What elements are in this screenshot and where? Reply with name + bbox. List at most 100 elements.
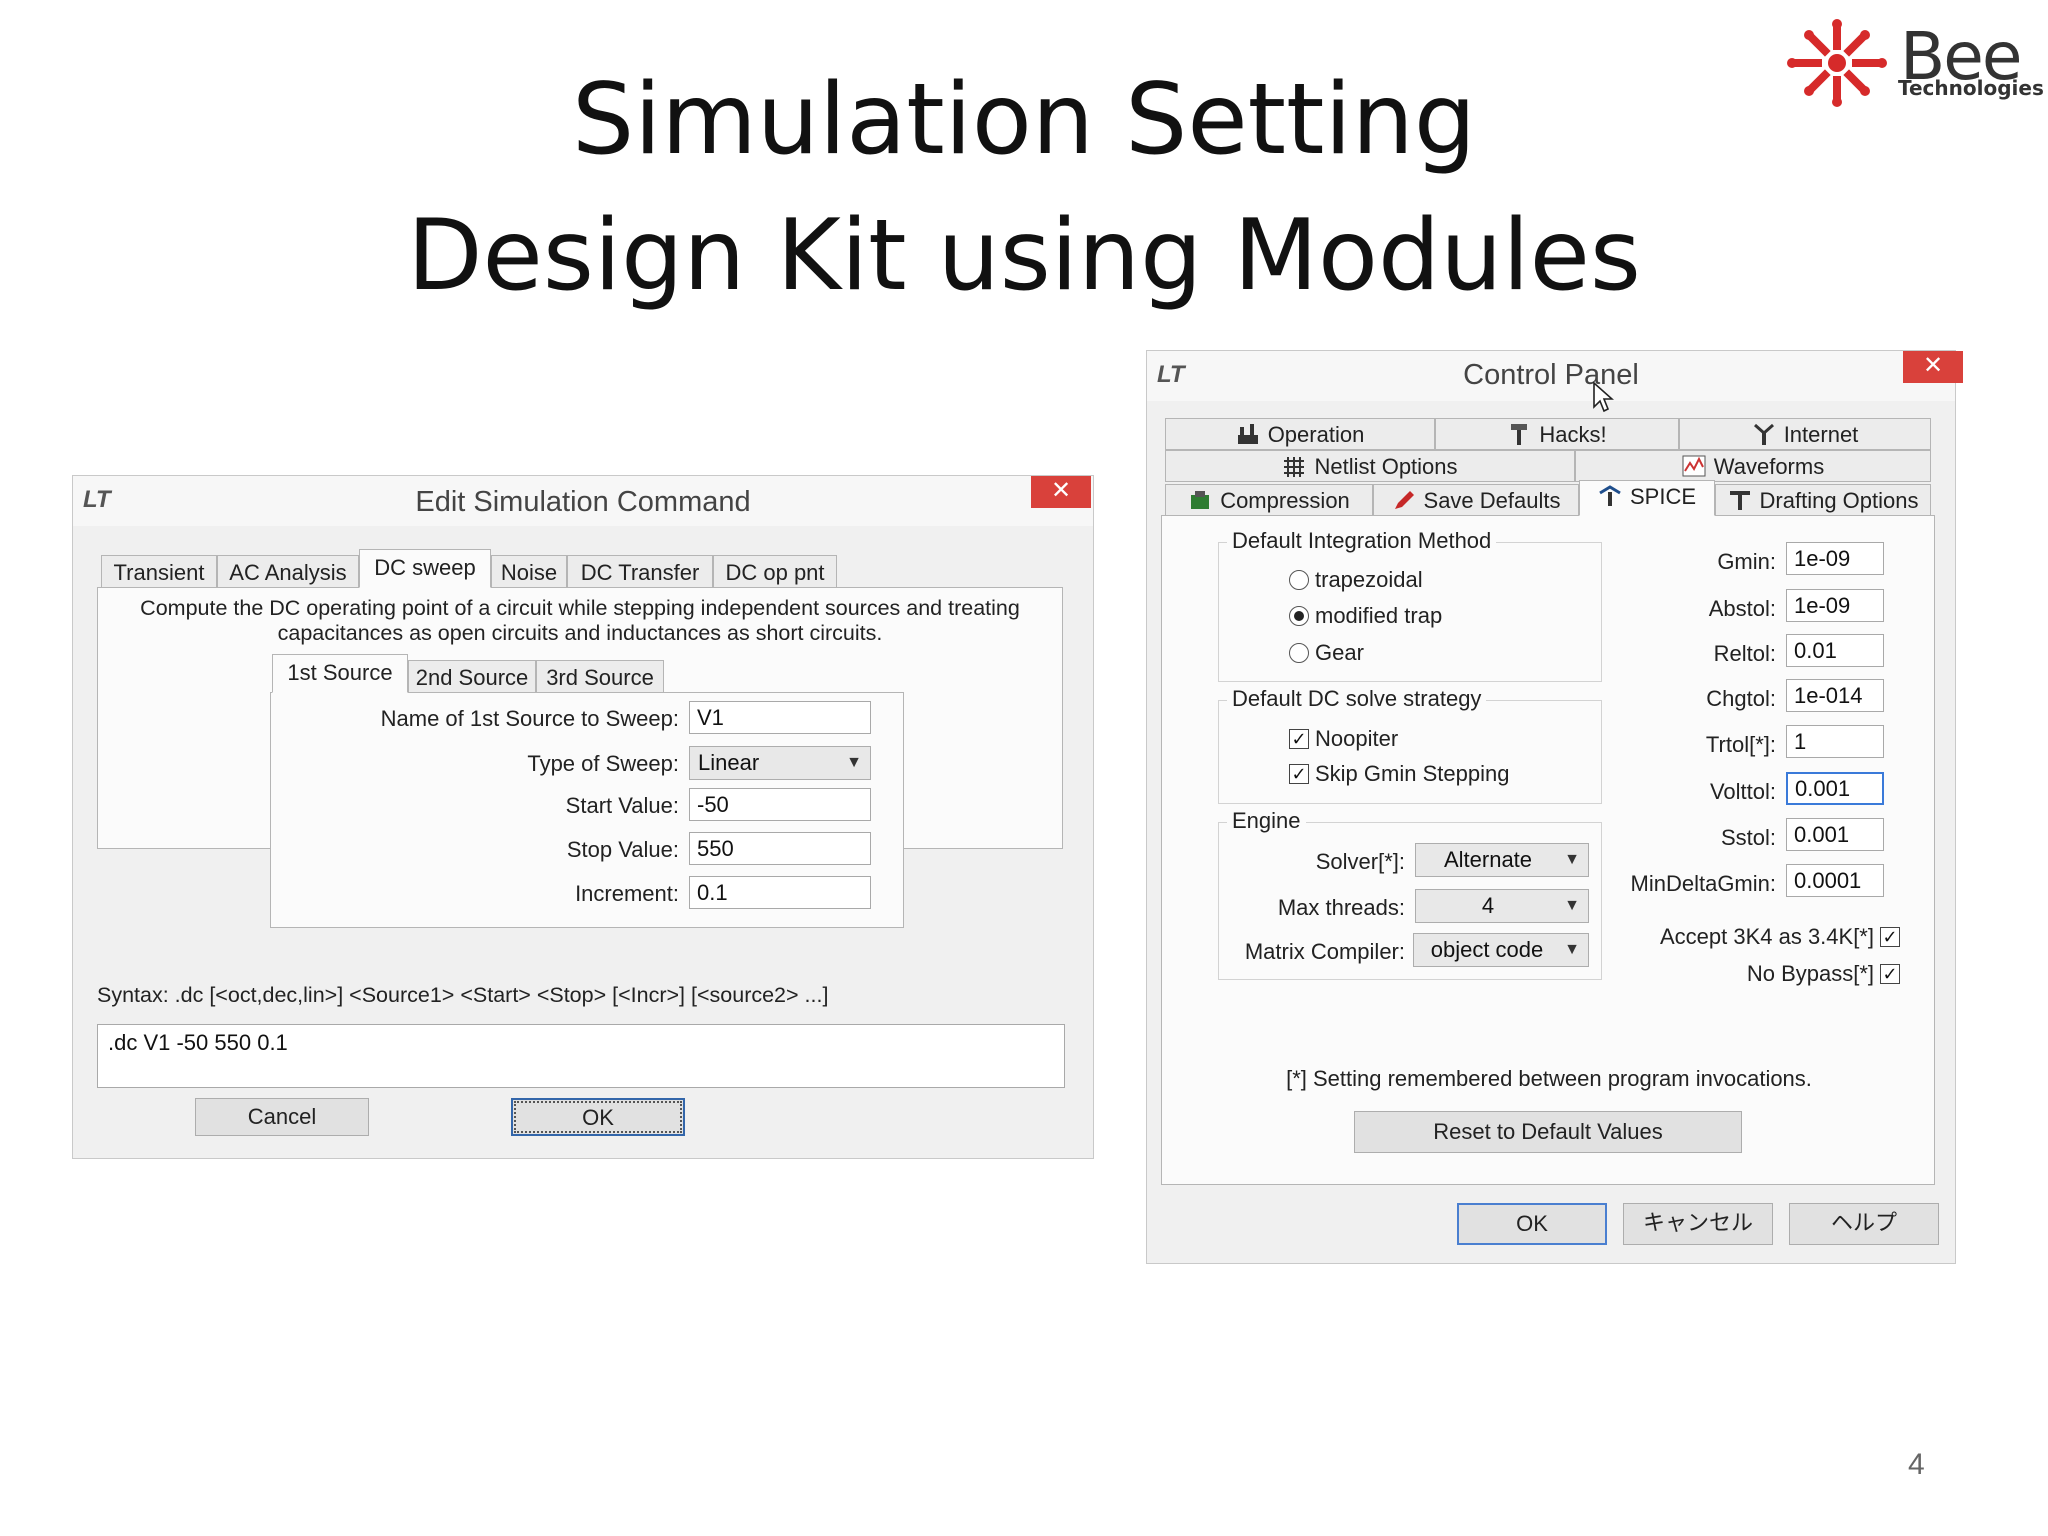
start-value-input[interactable]: -50 xyxy=(689,788,871,821)
matrix-compiler-value: object code xyxy=(1430,937,1544,962)
tab-label: Save Defaults xyxy=(1423,488,1561,513)
chevron-down-icon: ▼ xyxy=(1564,941,1580,958)
source-name-input[interactable]: V1 xyxy=(689,701,871,734)
sweep-type-select[interactable]: Linear ▼ xyxy=(689,746,871,780)
chgtol-input[interactable]: 1e-014 xyxy=(1786,679,1884,712)
close-button[interactable]: ✕ xyxy=(1031,476,1091,508)
abstol-input[interactable]: 1e-09 xyxy=(1786,589,1884,622)
mouse-cursor-icon xyxy=(1593,381,1614,413)
source-panel: Name of 1st Source to Sweep: V1 Type of … xyxy=(270,692,904,928)
increment-input[interactable]: 0.1 xyxy=(689,876,871,909)
sstol-input[interactable]: 0.001 xyxy=(1786,818,1884,851)
tab-dc-transfer[interactable]: DC Transfer xyxy=(567,555,713,588)
tab-spice[interactable]: SPICE xyxy=(1579,480,1715,516)
tab-save-defaults[interactable]: Save Defaults xyxy=(1373,484,1579,516)
bee-logo-icon xyxy=(1787,19,1887,107)
remembered-note: [*] Setting remembered between program i… xyxy=(1286,1066,1812,1091)
window-title: Control Panel xyxy=(1463,359,1639,391)
tab-label: Internet xyxy=(1783,422,1859,447)
help-button[interactable]: ヘルプ xyxy=(1789,1203,1939,1245)
integration-method-label: Default Integration Method xyxy=(1227,528,1497,554)
cancel-button[interactable]: Cancel xyxy=(195,1098,369,1136)
tab-netlist-options[interactable]: Netlist Options xyxy=(1165,450,1575,482)
name-label: Name of 1st Source to Sweep: xyxy=(380,706,679,731)
tab-label: SPICE xyxy=(1629,484,1697,509)
title-bar[interactable]: LT Control Panel ✕ xyxy=(1147,351,1963,413)
cancel-button[interactable]: キャンセル xyxy=(1623,1203,1773,1245)
chevron-down-icon: ▼ xyxy=(1564,851,1580,868)
gear-label[interactable]: Gear xyxy=(1315,640,1364,666)
reltol-label: Reltol: xyxy=(1713,641,1776,666)
tab-ac-analysis[interactable]: AC Analysis xyxy=(217,555,359,588)
accept-3k4-label[interactable]: Accept 3K4 as 3.4K[*] xyxy=(1602,924,1874,950)
syntax-text: Syntax: .dc [<oct,dec,lin>] <Source1> <S… xyxy=(97,983,829,1007)
tab-dc-op-pnt[interactable]: DC op pnt xyxy=(713,555,837,588)
save-defaults-pen-icon xyxy=(1394,491,1414,509)
slide-title-line2: Design Kit using Modules xyxy=(407,199,1641,313)
no-bypass-label[interactable]: No Bypass[*] xyxy=(1602,961,1874,987)
edit-simulation-command-window: LT Edit Simulation Command ✕ Transient A… xyxy=(72,475,1094,1159)
matrix-compiler-select[interactable]: object code ▼ xyxy=(1413,933,1589,967)
dc-strategy-label: Default DC solve strategy xyxy=(1227,686,1487,712)
control-panel-window: LT Control Panel ✕ Operation Hacks! Inte… xyxy=(1146,350,1963,1264)
reset-defaults-button[interactable]: Reset to Default Values xyxy=(1354,1111,1742,1153)
max-threads-value: 4 xyxy=(1481,893,1495,918)
trapezoidal-label[interactable]: trapezoidal xyxy=(1315,567,1423,593)
tab-1st-source[interactable]: 1st Source xyxy=(272,654,408,693)
solver-select[interactable]: Alternate ▼ xyxy=(1415,843,1589,877)
page-number: 4 xyxy=(1908,1448,1925,1481)
chgtol-label: Chgtol: xyxy=(1706,686,1776,711)
radio-modified-trap[interactable] xyxy=(1289,606,1309,626)
sstol-label: Sstol: xyxy=(1720,825,1776,850)
noopiter-checkbox[interactable]: ✓ xyxy=(1289,729,1309,749)
max-threads-label: Max threads: xyxy=(1277,895,1405,920)
tab-2nd-source[interactable]: 2nd Source xyxy=(408,660,536,693)
reltol-input[interactable]: 0.01 xyxy=(1786,634,1884,667)
tab-waveforms[interactable]: Waveforms xyxy=(1575,450,1931,482)
skip-gmin-checkbox[interactable]: ✓ xyxy=(1289,764,1309,784)
spice-icon xyxy=(1599,485,1621,506)
tab-label: Hacks! xyxy=(1539,422,1607,447)
stop-value-label: Stop Value: xyxy=(566,837,679,862)
accept-3k4-checkbox[interactable]: ✓ xyxy=(1880,927,1900,947)
tab-label: Drafting Options xyxy=(1759,488,1919,513)
noopiter-label[interactable]: Noopiter xyxy=(1315,726,1398,752)
engine-label: Engine xyxy=(1227,808,1306,834)
sweep-type-value: Linear xyxy=(698,750,760,775)
operation-icon xyxy=(1237,424,1258,444)
ok-button[interactable]: OK xyxy=(511,1098,685,1136)
gmin-input[interactable]: 1e-09 xyxy=(1786,542,1884,575)
tab-transient[interactable]: Transient xyxy=(101,555,217,588)
tab-compression[interactable]: Compression xyxy=(1165,484,1373,516)
chevron-down-icon: ▼ xyxy=(1564,897,1580,914)
mindeltagmin-label: MinDeltaGmin: xyxy=(1630,871,1776,896)
ok-button[interactable]: OK xyxy=(1457,1203,1607,1245)
skip-gmin-label[interactable]: Skip Gmin Stepping xyxy=(1315,761,1509,787)
stop-value-input[interactable]: 550 xyxy=(689,832,871,865)
tab-operation[interactable]: Operation xyxy=(1165,418,1435,450)
dc-sweep-panel: Compute the DC operating point of a circ… xyxy=(97,587,1063,928)
radio-gear[interactable] xyxy=(1289,643,1309,663)
volttol-input[interactable]: 0.001 xyxy=(1786,772,1884,805)
tab-3rd-source[interactable]: 3rd Source xyxy=(536,660,664,693)
close-button[interactable]: ✕ xyxy=(1903,351,1963,383)
tab-internet[interactable]: Internet xyxy=(1679,418,1931,450)
max-threads-select[interactable]: 4 ▼ xyxy=(1415,889,1589,923)
mindeltagmin-input[interactable]: 0.0001 xyxy=(1786,864,1884,897)
command-text-field[interactable]: .dc V1 -50 550 0.1 xyxy=(97,1024,1065,1088)
modified-trap-label[interactable]: modified trap xyxy=(1315,603,1442,629)
tab-dc-sweep[interactable]: DC sweep xyxy=(359,549,491,588)
trtol-input[interactable]: 1 xyxy=(1786,725,1884,758)
radio-trapezoidal[interactable] xyxy=(1289,570,1309,590)
volttol-label: Volttol: xyxy=(1709,779,1776,804)
sweep-type-label: Type of Sweep: xyxy=(527,751,679,776)
tab-hacks[interactable]: Hacks! xyxy=(1435,418,1679,450)
title-bar[interactable]: LT Edit Simulation Command ✕ xyxy=(73,476,1093,526)
analysis-description: Compute the DC operating point of a circ… xyxy=(140,596,1020,645)
increment-label: Increment: xyxy=(575,881,679,906)
tab-drafting-options[interactable]: Drafting Options xyxy=(1715,484,1931,516)
tab-noise[interactable]: Noise xyxy=(491,555,567,588)
integration-method-group: Default Integration Method trapezoidal m… xyxy=(1218,528,1602,682)
no-bypass-checkbox[interactable]: ✓ xyxy=(1880,964,1900,984)
window-title: Edit Simulation Command xyxy=(415,486,751,518)
